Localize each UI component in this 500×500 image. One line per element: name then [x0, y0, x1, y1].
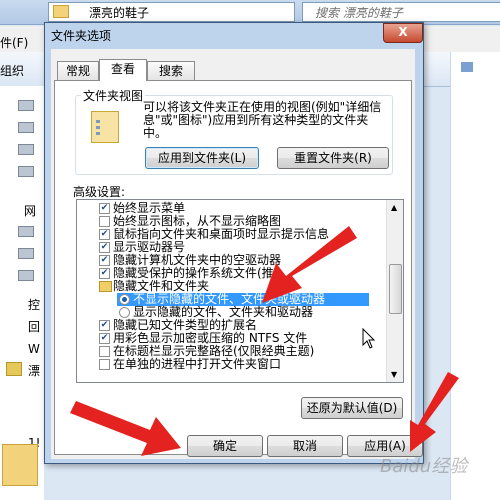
watermark: Baidu经验 [380, 456, 468, 477]
annotation-arrow-icon [262, 226, 357, 303]
annotation-arrow-icon [70, 401, 181, 456]
annotation-arrows [70, 226, 459, 456]
annotation-arrow-icon [410, 372, 459, 452]
tab-view[interactable]: 查看 [99, 59, 147, 81]
